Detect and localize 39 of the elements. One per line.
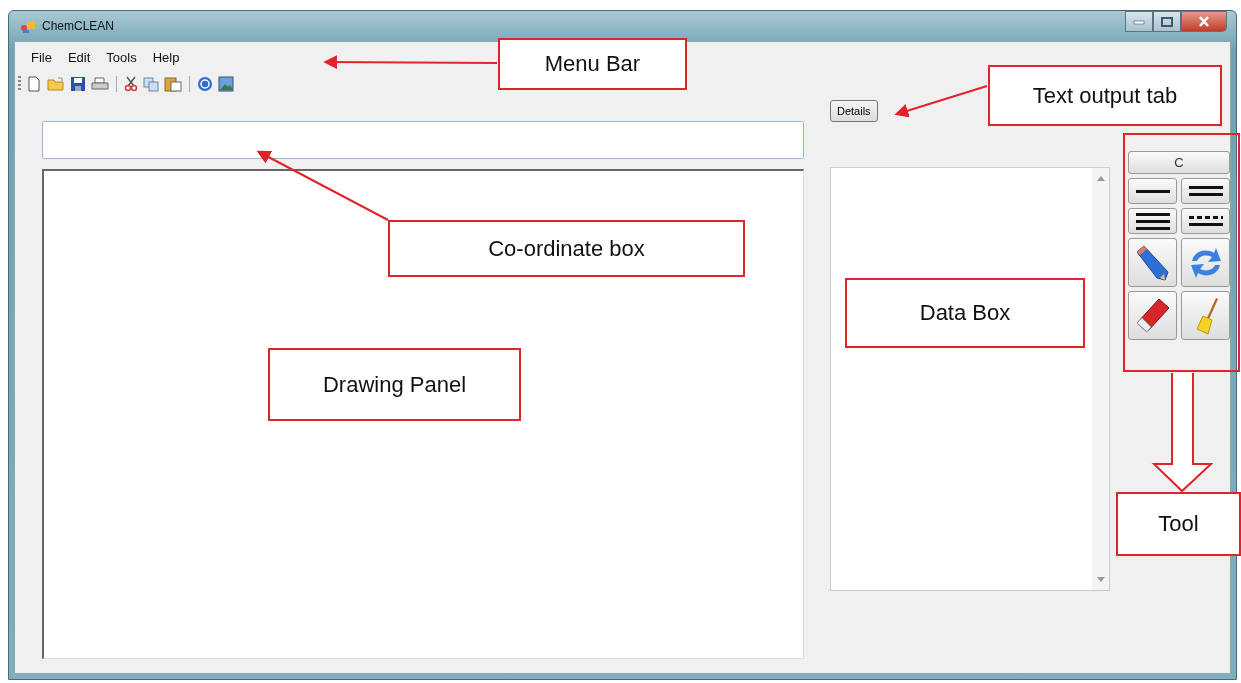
triple-bond-icon bbox=[1133, 211, 1172, 231]
tool-button[interactable] bbox=[1128, 178, 1177, 204]
image-icon[interactable] bbox=[218, 76, 234, 92]
paste-icon[interactable] bbox=[164, 76, 182, 92]
maximize-icon bbox=[1161, 16, 1173, 27]
callout-label: Co-ordinate box bbox=[388, 220, 745, 277]
minimize-icon bbox=[1133, 18, 1145, 25]
app-icon bbox=[20, 19, 36, 33]
element-button[interactable]: C bbox=[1128, 151, 1230, 174]
cut-icon[interactable] bbox=[124, 76, 138, 92]
callout-label: Text output tab bbox=[988, 65, 1222, 126]
tool-button[interactable] bbox=[1181, 208, 1230, 234]
details-button[interactable]: Details bbox=[830, 100, 878, 122]
new-file-icon[interactable] bbox=[26, 76, 42, 92]
tool-button[interactable] bbox=[1128, 208, 1177, 234]
close-button[interactable] bbox=[1181, 11, 1227, 32]
help-icon[interactable] bbox=[197, 76, 213, 92]
callout-label: Drawing Panel bbox=[268, 348, 521, 421]
maximize-button[interactable] bbox=[1153, 11, 1181, 32]
scrollbar[interactable] bbox=[1092, 168, 1109, 590]
scroll-down-icon[interactable] bbox=[1096, 577, 1105, 582]
callout-label: Data Box bbox=[845, 278, 1085, 348]
menu-item[interactable]: Tools bbox=[98, 47, 145, 67]
minimize-button[interactable] bbox=[1125, 11, 1153, 32]
callout-label: Tool bbox=[1116, 492, 1241, 556]
tool-button[interactable] bbox=[1181, 178, 1230, 204]
callout-label: Menu Bar bbox=[498, 38, 687, 90]
print-icon[interactable] bbox=[91, 76, 109, 92]
menu-item[interactable]: Edit bbox=[59, 47, 99, 67]
menu-item[interactable]: File bbox=[23, 47, 60, 67]
coordinate-field[interactable] bbox=[42, 121, 804, 159]
scroll-up-icon[interactable] bbox=[1096, 176, 1105, 181]
menu-item[interactable]: Help bbox=[144, 47, 188, 67]
window-title: ChemCLEAN bbox=[42, 19, 115, 33]
close-icon bbox=[1198, 16, 1210, 27]
save-icon[interactable] bbox=[70, 76, 86, 92]
copy-icon[interactable] bbox=[143, 76, 159, 92]
single-bond-icon bbox=[1135, 189, 1170, 193]
folder-icon[interactable] bbox=[47, 76, 65, 92]
